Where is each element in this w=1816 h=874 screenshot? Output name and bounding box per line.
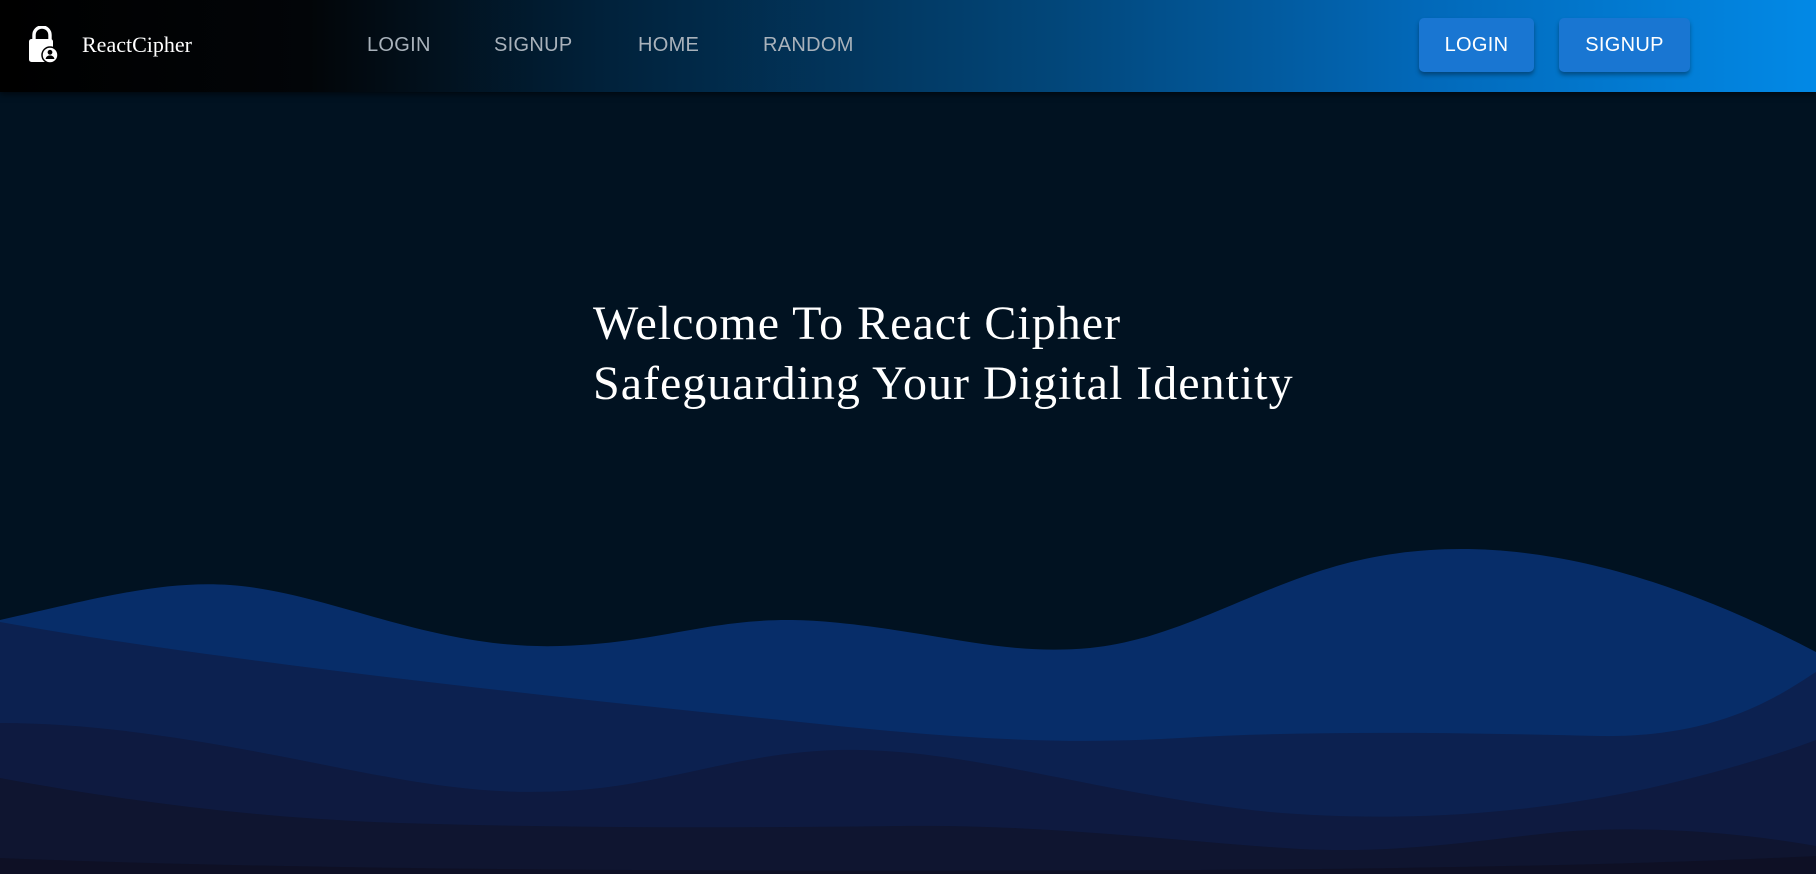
hero-title: Welcome To React Cipher [593, 297, 1122, 350]
nav-link-home[interactable]: HOME [638, 34, 699, 57]
nav-link-random[interactable]: RANDOM [763, 34, 854, 57]
signup-button[interactable]: SIGNUP [1559, 18, 1690, 72]
lock-person-icon [26, 25, 60, 64]
brand-name: ReactCipher [82, 32, 192, 57]
top-navbar: ReactCipher LOGIN SIGNUP HOME RANDOM LOG… [0, 0, 1816, 92]
nav-link-signup[interactable]: SIGNUP [494, 34, 572, 57]
background-waves [0, 549, 1816, 874]
hero-tagline: Safeguarding Your Digital Identity [593, 357, 1294, 410]
hero-heading: Welcome To React Cipher Safeguarding You… [593, 294, 1294, 414]
brand[interactable]: ReactCipher [26, 24, 192, 66]
nav-link-login[interactable]: LOGIN [367, 34, 431, 57]
login-button[interactable]: LOGIN [1419, 18, 1534, 72]
